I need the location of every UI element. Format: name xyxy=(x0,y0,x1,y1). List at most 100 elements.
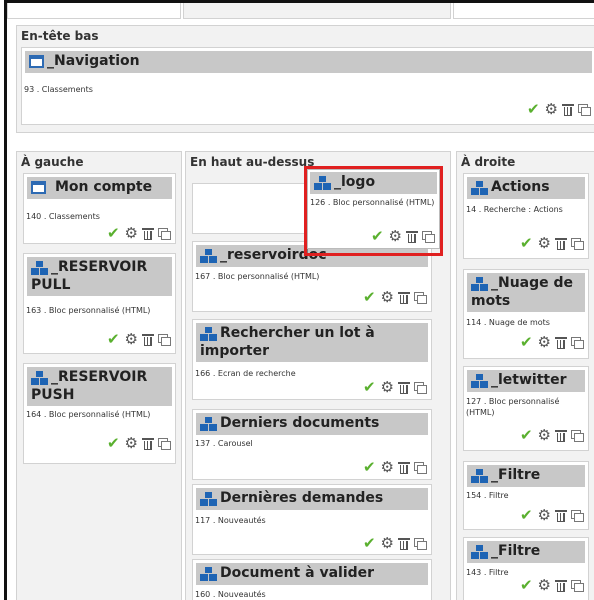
zone-title: En haut au-dessus xyxy=(190,155,315,169)
zone-stub xyxy=(453,3,594,19)
checkmark-icon[interactable]: ✔ xyxy=(527,102,540,117)
block-header[interactable]: _Filtre xyxy=(467,465,585,487)
block-description: 114 . Nuage de mots xyxy=(466,318,550,327)
block-header[interactable]: _Nuage de mots xyxy=(467,273,585,312)
checkmark-icon[interactable]: ✔ xyxy=(520,236,533,251)
block-title: Dernières demandes xyxy=(220,490,384,506)
trash-icon[interactable] xyxy=(142,227,154,240)
checkmark-icon[interactable]: ✔ xyxy=(520,428,533,443)
gear-icon[interactable]: ⚙ xyxy=(538,335,551,350)
trash-icon[interactable] xyxy=(142,333,154,346)
trash-icon[interactable] xyxy=(398,291,410,304)
block-document-valider[interactable]: Document à valider 160 . Nouveautés xyxy=(192,559,432,600)
trash-icon[interactable] xyxy=(555,336,567,349)
checkmark-icon[interactable]: ✔ xyxy=(107,226,120,241)
copy-icon[interactable] xyxy=(414,462,427,474)
checkmark-icon[interactable]: ✔ xyxy=(363,380,376,395)
trash-icon[interactable] xyxy=(555,429,567,442)
trash-icon[interactable] xyxy=(398,461,410,474)
block-title: Rechercher un lot à importer xyxy=(200,325,375,359)
copy-icon[interactable] xyxy=(158,438,171,450)
copy-icon[interactable] xyxy=(571,430,584,442)
checkmark-icon[interactable]: ✔ xyxy=(107,436,120,451)
block-actions: ✔ ⚙ xyxy=(107,332,171,347)
copy-icon[interactable] xyxy=(158,334,171,346)
trash-icon[interactable] xyxy=(555,509,567,522)
block-header[interactable]: _Navigation xyxy=(25,51,592,73)
block-actions[interactable]: Actions 14 . Recherche : Actions ✔ ⚙ xyxy=(463,173,589,259)
trash-icon[interactable] xyxy=(555,237,567,250)
block-navigation[interactable]: _Navigation 93 . Classements ✔ ⚙ xyxy=(21,47,594,125)
block-header[interactable]: Actions xyxy=(467,177,585,199)
block-description: 154 . Filtre xyxy=(466,491,509,500)
block-filtre[interactable]: _Filtre 143 . Filtre ✔ ⚙ xyxy=(463,537,589,600)
copy-icon[interactable] xyxy=(571,510,584,522)
checkmark-icon[interactable]: ✔ xyxy=(107,332,120,347)
gear-icon[interactable]: ⚙ xyxy=(538,578,551,593)
gear-icon[interactable]: ⚙ xyxy=(381,290,394,305)
block-title: Mon compte xyxy=(55,179,153,195)
trash-icon[interactable] xyxy=(555,579,567,592)
gear-icon[interactable]: ⚙ xyxy=(125,332,138,347)
block-header[interactable]: Document à valider xyxy=(196,563,428,585)
highlight-box xyxy=(304,166,443,256)
gear-icon[interactable]: ⚙ xyxy=(538,508,551,523)
copy-icon[interactable] xyxy=(571,337,584,349)
gear-icon[interactable]: ⚙ xyxy=(545,102,558,117)
checkmark-icon[interactable]: ✔ xyxy=(520,335,533,350)
blocks-icon xyxy=(200,416,217,431)
copy-icon[interactable] xyxy=(158,228,171,240)
copy-icon[interactable] xyxy=(414,292,427,304)
block-header[interactable]: Mon compte xyxy=(27,177,172,199)
block-header[interactable]: _RESERVOIR PULL xyxy=(27,257,172,296)
block-reservoir-pull[interactable]: _RESERVOIR PULL 163 . Bloc personnalisé … xyxy=(23,253,176,354)
block-letwitter[interactable]: _letwitter 127 . Bloc personnalisé (HTML… xyxy=(463,366,589,451)
zone-header-bottom: En-tête bas _Navigation 93 . Classements… xyxy=(16,25,594,133)
gear-icon[interactable]: ⚙ xyxy=(538,236,551,251)
trash-icon[interactable] xyxy=(562,103,574,116)
gear-icon[interactable]: ⚙ xyxy=(381,460,394,475)
copy-icon[interactable] xyxy=(578,104,591,116)
block-header[interactable]: _letwitter xyxy=(467,370,585,392)
copy-icon[interactable] xyxy=(571,580,584,592)
checkmark-icon[interactable]: ✔ xyxy=(363,290,376,305)
gear-icon[interactable]: ⚙ xyxy=(381,380,394,395)
blocks-icon xyxy=(200,248,217,263)
block-rechercher-lot[interactable]: Rechercher un lot à importer 166 . Ecran… xyxy=(192,319,432,400)
checkmark-icon[interactable]: ✔ xyxy=(520,508,533,523)
block-title: _letwitter xyxy=(491,372,567,388)
trash-icon[interactable] xyxy=(142,437,154,450)
block-reservoir-push[interactable]: _RESERVOIR PUSH 164 . Bloc personnalisé … xyxy=(23,363,176,464)
checkmark-icon[interactable]: ✔ xyxy=(363,536,376,551)
gear-icon[interactable]: ⚙ xyxy=(381,536,394,551)
block-actions: ✔ ⚙ xyxy=(520,236,584,251)
block-description: 127 . Bloc personnalisé (HTML) xyxy=(466,397,560,417)
block-nuage-mots[interactable]: _Nuage de mots 114 . Nuage de mots ✔ ⚙ xyxy=(463,269,589,359)
trash-icon[interactable] xyxy=(398,381,410,394)
block-filtre[interactable]: _Filtre 154 . Filtre ✔ ⚙ xyxy=(463,461,589,530)
blocks-icon xyxy=(31,370,48,385)
gear-icon[interactable]: ⚙ xyxy=(538,428,551,443)
gear-icon[interactable]: ⚙ xyxy=(125,436,138,451)
blocks-icon xyxy=(200,326,217,341)
copy-icon[interactable] xyxy=(571,238,584,250)
block-header[interactable]: _Filtre xyxy=(467,541,585,563)
copy-icon[interactable] xyxy=(414,538,427,550)
block-header[interactable]: _RESERVOIR PUSH xyxy=(27,367,172,406)
block-dernieres-demandes[interactable]: Dernières demandes 117 . Nouveautés ✔ ⚙ xyxy=(192,484,432,555)
block-header[interactable]: Derniers documents xyxy=(196,413,428,435)
copy-icon[interactable] xyxy=(414,382,427,394)
trash-icon[interactable] xyxy=(398,537,410,550)
block-header[interactable]: Dernières demandes xyxy=(196,488,428,510)
block-header[interactable]: Rechercher un lot à importer xyxy=(196,323,428,362)
block-derniers-documents[interactable]: Derniers documents 137 . Carousel ✔ ⚙ xyxy=(192,409,432,480)
blocks-icon xyxy=(471,276,488,291)
zone-title: À gauche xyxy=(21,155,84,169)
blocks-icon xyxy=(471,373,488,388)
blocks-icon xyxy=(471,180,488,195)
zone-stub xyxy=(183,3,451,19)
checkmark-icon[interactable]: ✔ xyxy=(520,578,533,593)
block-mon-compte[interactable]: Mon compte 140 . Classements ✔ ⚙ xyxy=(23,173,176,244)
gear-icon[interactable]: ⚙ xyxy=(125,226,138,241)
checkmark-icon[interactable]: ✔ xyxy=(363,460,376,475)
